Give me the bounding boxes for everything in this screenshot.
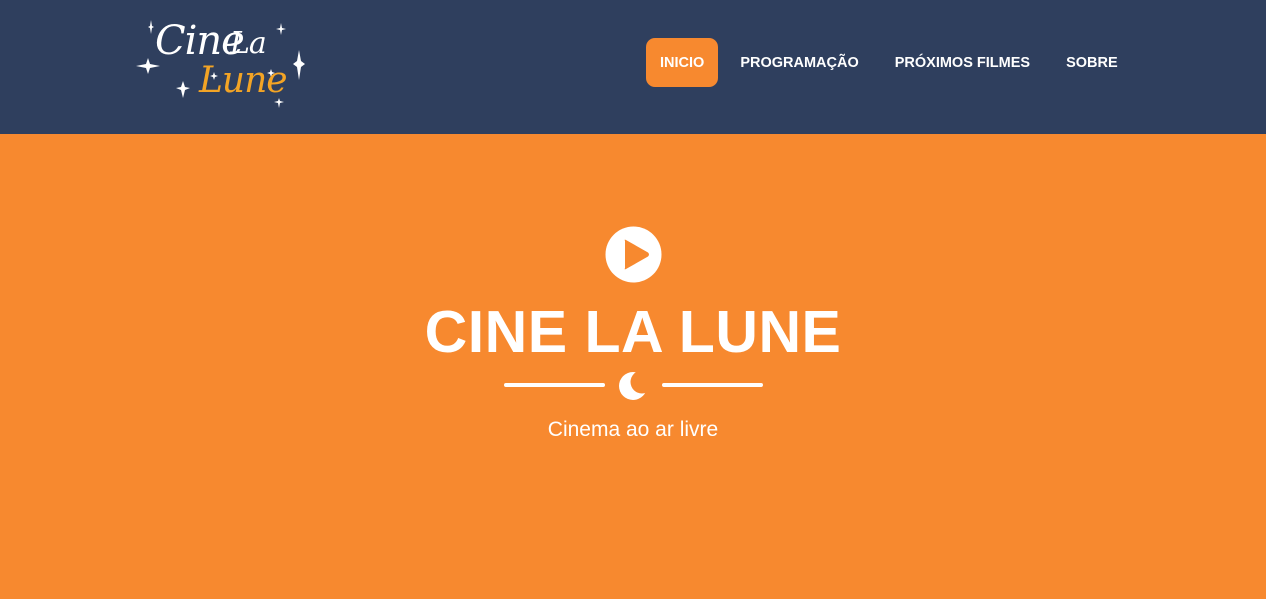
logo[interactable]: Cine La Lune (133, 16, 309, 112)
nav-item-proximos-filmes[interactable]: PRÓXIMOS FILMES (881, 38, 1044, 87)
divider-line-right (662, 383, 763, 387)
logo-text-la: La (230, 26, 267, 61)
nav-item-inicio[interactable]: INICIO (646, 38, 719, 87)
sparkle-icon (276, 23, 286, 35)
main-nav: INICIO PROGRAMAÇÃO PRÓXIMOS FILMES SOBRE (646, 38, 1140, 87)
logo-text-lune: Lune (199, 60, 288, 101)
hero-section: CINE LA LUNE Cinema ao ar livre (0, 134, 1266, 599)
hero-title: CINE LA LUNE (424, 299, 842, 365)
navbar: Cine La Lune INICIO PROGRAMAÇÃO PRÓXIMOS… (0, 0, 1266, 134)
sparkle-icon (176, 81, 190, 98)
hero-subtitle: Cinema ao ar livre (547, 418, 719, 441)
moon-icon (619, 372, 647, 400)
nav-item-sobre[interactable]: SOBRE (1052, 38, 1132, 87)
play-circle-icon[interactable] (605, 226, 662, 283)
hero-divider (504, 368, 764, 402)
nav-item-programacao[interactable]: PROGRAMAÇÃO (726, 38, 872, 87)
sparkle-icon (293, 50, 305, 80)
sparkle-icon (148, 20, 154, 34)
divider-line-left (504, 383, 605, 387)
